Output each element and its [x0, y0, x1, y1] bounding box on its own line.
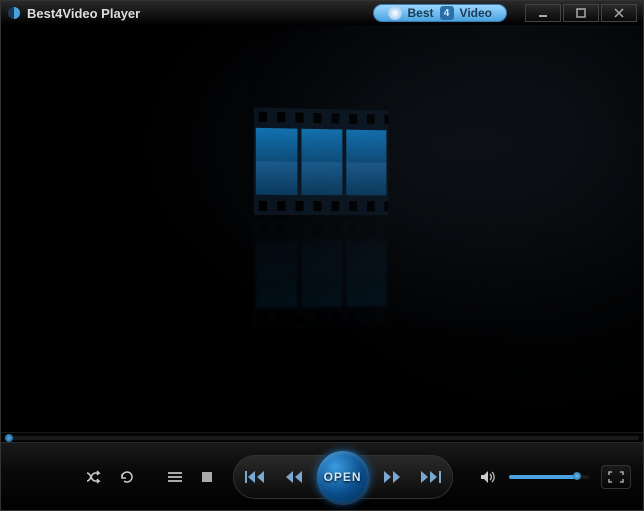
- control-bar: OPEN: [1, 442, 643, 510]
- filmstrip-placeholder-icon: [254, 107, 389, 328]
- brand-num: 4: [440, 6, 454, 20]
- maximize-button[interactable]: [563, 4, 599, 22]
- volume-icon[interactable]: [473, 465, 503, 489]
- volume-slider[interactable]: [509, 475, 589, 479]
- volume-control: [473, 465, 589, 489]
- app-icon: [7, 6, 21, 20]
- seek-bar[interactable]: [1, 432, 643, 442]
- rewind-button[interactable]: [275, 459, 313, 495]
- volume-thumb[interactable]: [573, 472, 581, 480]
- stop-button[interactable]: [194, 465, 221, 489]
- shuffle-button[interactable]: [81, 465, 108, 489]
- app-window: Best4Video Player Best 4 Video: [0, 0, 644, 511]
- open-label: OPEN: [324, 470, 362, 484]
- minimize-button[interactable]: [525, 4, 561, 22]
- close-button[interactable]: [601, 4, 637, 22]
- brand-pre: Best: [408, 6, 434, 20]
- window-title: Best4Video Player: [27, 6, 140, 21]
- titlebar: Best4Video Player Best 4 Video: [1, 1, 643, 25]
- repeat-button[interactable]: [114, 465, 141, 489]
- window-controls: [523, 4, 637, 22]
- transport-cluster: OPEN: [233, 455, 453, 499]
- brand-post: Video: [460, 6, 492, 20]
- brand-globe-icon: [388, 6, 402, 20]
- next-button[interactable]: [411, 459, 449, 495]
- seek-thumb[interactable]: [5, 434, 13, 442]
- video-viewport[interactable]: [1, 25, 643, 432]
- previous-button[interactable]: [237, 459, 275, 495]
- playlist-button[interactable]: [161, 465, 188, 489]
- open-play-button[interactable]: OPEN: [315, 449, 371, 505]
- fast-forward-button[interactable]: [373, 459, 411, 495]
- seek-track: [5, 436, 639, 440]
- brand-badge[interactable]: Best 4 Video: [373, 4, 507, 22]
- fullscreen-button[interactable]: [601, 465, 631, 489]
